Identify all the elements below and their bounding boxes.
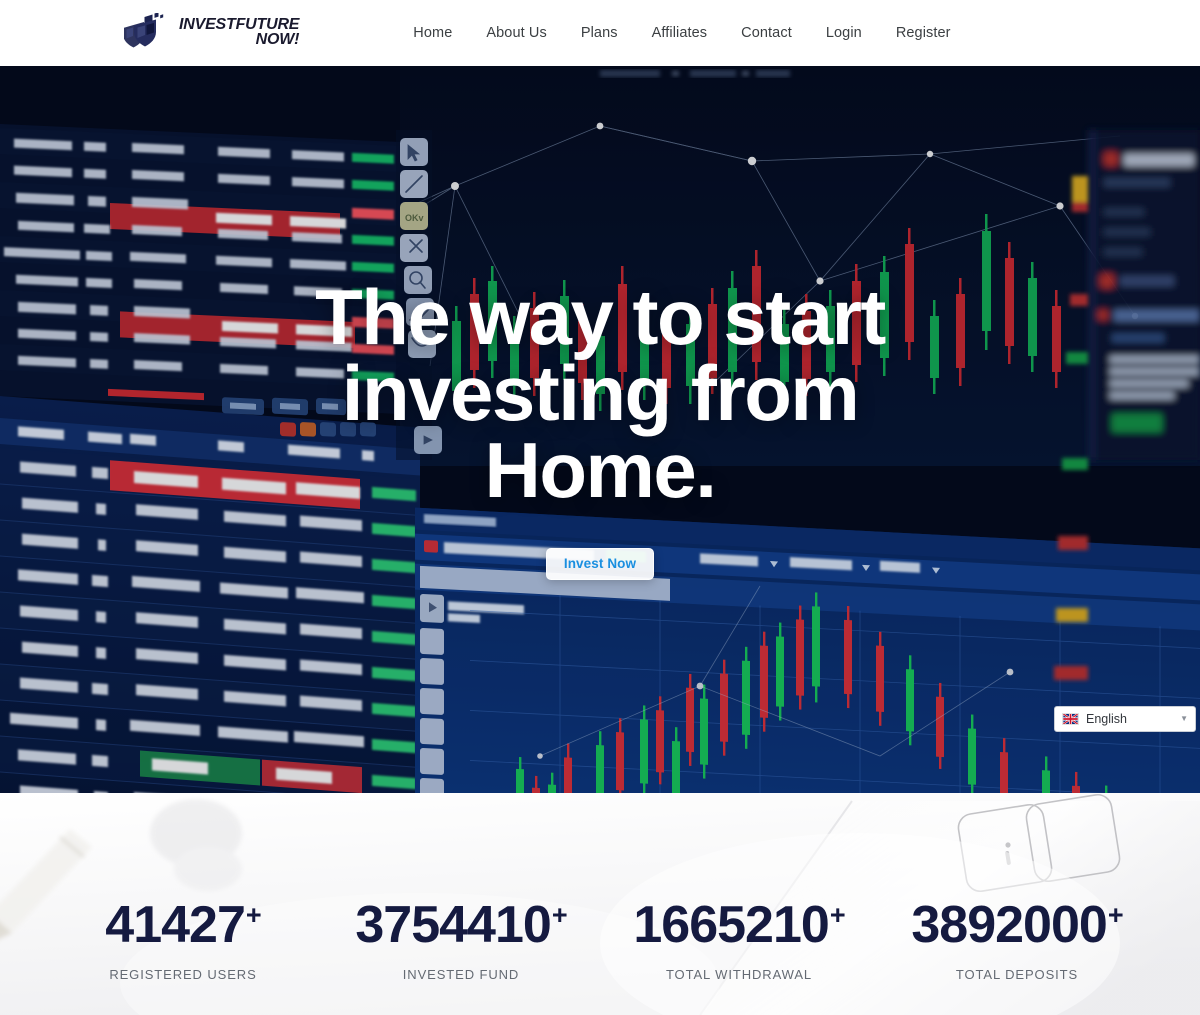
nav-item-home[interactable]: Home xyxy=(413,25,452,41)
stats-section: 41427+ REGISTERED USERS 3754410+ INVESTE… xyxy=(0,793,1200,1015)
nav-item-plans[interactable]: Plans xyxy=(581,25,618,41)
nav-item-affiliates[interactable]: Affiliates xyxy=(652,25,708,41)
nav-item-about-us[interactable]: About Us xyxy=(486,25,546,41)
nav-item-register[interactable]: Register xyxy=(896,25,951,41)
stat-total-deposits: 3892000+ TOTAL DEPOSITS xyxy=(878,899,1156,982)
brand-name: INVESTFUTURE NOW! xyxy=(179,16,300,48)
nav-item-contact[interactable]: Contact xyxy=(741,25,792,41)
brand-name-part3: NOW! xyxy=(255,31,300,48)
stat-value: 3892000+ xyxy=(878,899,1156,951)
stats-grid: 41427+ REGISTERED USERS 3754410+ INVESTE… xyxy=(0,793,1200,1015)
stat-suffix: + xyxy=(829,899,846,930)
stat-label: INVESTED FUND xyxy=(402,967,520,982)
stat-number: 3892000 xyxy=(911,896,1107,954)
nav-item-login[interactable]: Login xyxy=(826,25,862,41)
stat-suffix: + xyxy=(1107,899,1124,930)
hero-title-line-1: The way to start xyxy=(315,273,886,361)
stat-registered-users: 41427+ REGISTERED USERS xyxy=(44,899,322,982)
stat-number: 3754410 xyxy=(355,896,551,954)
hero-title-line-3: Home. xyxy=(484,425,717,514)
main-navigation: Home About Us Plans Affiliates Contact L… xyxy=(413,25,950,41)
invest-now-button[interactable]: Invest Now xyxy=(545,548,655,581)
brand-logo[interactable]: INVESTFUTURE NOW! xyxy=(124,13,299,53)
stat-number: 41427 xyxy=(105,896,246,954)
language-label: English xyxy=(1086,712,1127,726)
site-header: INVESTFUTURE NOW! Home About Us Plans Af… xyxy=(0,0,1200,66)
hero-content: The way to start investing from Home. In… xyxy=(0,273,1200,581)
stat-number: 1665210 xyxy=(633,896,829,954)
stat-value: 41427+ xyxy=(44,899,322,951)
hero-title-line-2: investing from xyxy=(341,349,860,438)
uk-flag-icon xyxy=(1062,713,1079,725)
brand-name-part1: INVEST xyxy=(179,16,236,34)
stat-total-withdrawal: 1665210+ TOTAL WITHDRAWAL xyxy=(600,899,878,982)
hero-title: The way to start investing from Home. xyxy=(300,273,900,514)
language-selector[interactable]: English ▼ xyxy=(1054,706,1196,732)
chevron-down-icon: ▼ xyxy=(1180,714,1188,723)
stat-suffix: + xyxy=(245,899,262,930)
landing-page: INVESTFUTURE NOW! Home About Us Plans Af… xyxy=(0,0,1200,1015)
hero-section: OKv The way to start investing from Home… xyxy=(0,66,1200,793)
stat-label: TOTAL WITHDRAWAL xyxy=(665,967,813,982)
shield-arrow-logo-icon xyxy=(124,13,164,48)
stat-invested-fund: 3754410+ INVESTED FUND xyxy=(322,899,600,982)
stat-value: 3754410+ xyxy=(322,899,600,951)
stat-label: REGISTERED USERS xyxy=(109,967,257,982)
stat-suffix: + xyxy=(551,899,568,930)
stat-value: 1665210+ xyxy=(600,899,878,951)
stat-label: TOTAL DEPOSITS xyxy=(955,967,1079,982)
